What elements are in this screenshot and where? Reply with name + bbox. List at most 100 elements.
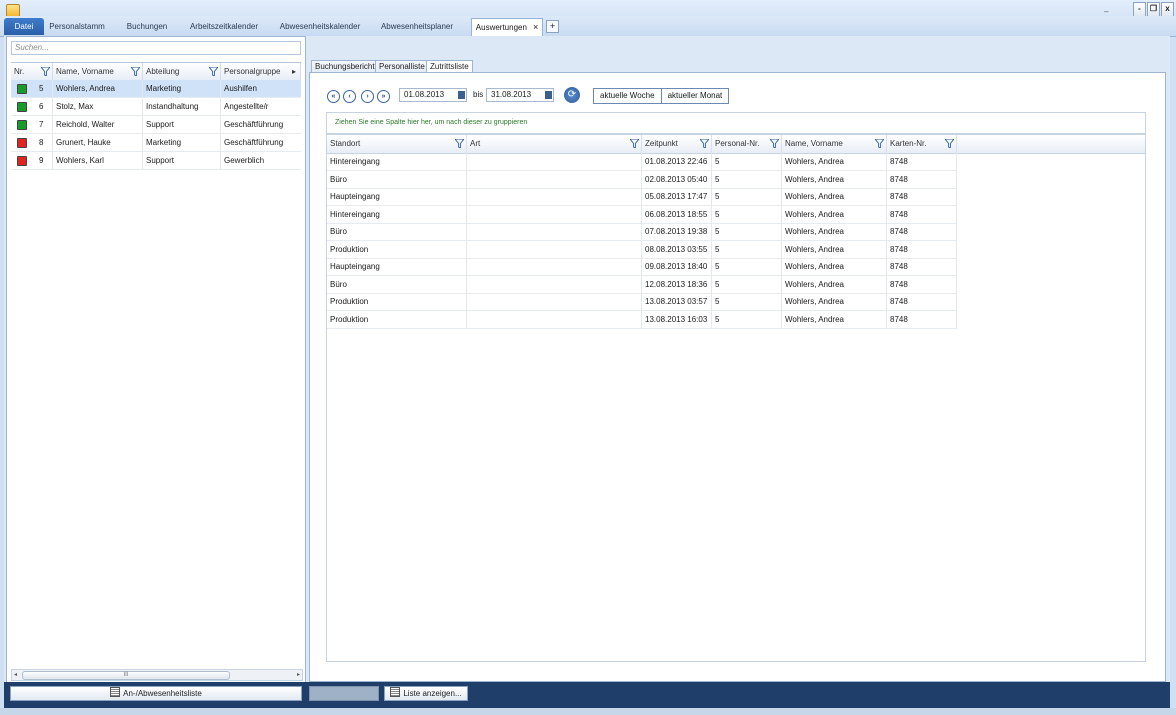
cell-art [467, 310, 642, 328]
refresh-icon[interactable]: ⟳ [564, 87, 580, 103]
filter-icon[interactable] [630, 139, 639, 148]
close-button[interactable]: x [1161, 2, 1174, 17]
cell-personal-nr: 5 [712, 205, 782, 223]
column-karten-nr[interactable]: Karten-Nr. [887, 135, 957, 153]
cell-standort: Haupteingang [327, 188, 467, 205]
show-list-button[interactable]: Liste anzeigen... [384, 686, 468, 701]
filter-icon[interactable] [700, 139, 709, 148]
column-name-vorname[interactable]: Name, Vorname [782, 135, 887, 153]
tab-buchungen[interactable]: Buchungen [120, 18, 174, 35]
cell-abteilung: Marketing [143, 134, 221, 151]
cell-gruppe: Geschäftführung [224, 120, 284, 129]
scroll-right-icon[interactable]: ▸ [297, 671, 300, 678]
cell-name: Wohlers, Andrea [782, 275, 887, 293]
tab-personalstamm[interactable]: Personalstamm [46, 18, 108, 35]
table-row[interactable]: Büro 02.08.2013 05:40 5 Wohlers, Andrea 8748 [327, 170, 957, 189]
restore-button[interactable]: ❐ [1147, 2, 1160, 17]
table-row[interactable]: Hintereingang 01.08.2013 22:46 5 Wohlers, A… [327, 153, 957, 171]
cell-karten-nr: 8748 [887, 310, 957, 328]
horizontal-scrollbar[interactable]: ◂ III ▸ [11, 669, 303, 681]
calendar-icon[interactable] [458, 91, 465, 99]
column-label: Abteilung [146, 67, 180, 76]
list-icon [390, 687, 401, 697]
cell-standort: Hintereingang [327, 205, 467, 223]
close-icon[interactable]: × [533, 22, 538, 32]
cell-standort: Produktion [327, 240, 467, 258]
table-row[interactable]: Produktion 08.08.2013 03:55 5 Wohlers, Andr… [327, 240, 957, 259]
filter-icon[interactable] [131, 67, 140, 76]
scroll-thumb[interactable]: III [22, 671, 230, 680]
employee-grid-header: Nr. Name, Vorname Abteilung Personalgrup… [11, 62, 301, 81]
column-label: Name, Vorname [785, 139, 843, 148]
tab-arbeitszeitkalender[interactable]: Arbeitszeitkalender [186, 18, 262, 35]
table-row[interactable]: Produktion 13.08.2013 03:57 5 Wohlers, Andr… [327, 293, 957, 311]
first-period-button[interactable]: « [327, 90, 340, 103]
cell-karten-nr: 8748 [887, 293, 957, 310]
cell-personal-nr: 5 [712, 153, 782, 170]
filter-icon[interactable] [770, 139, 779, 148]
tab-datei[interactable]: Datei [4, 18, 44, 35]
date-from-field[interactable]: 01.08.2013 [399, 88, 467, 102]
scroll-left-icon[interactable]: ◂ [14, 671, 17, 678]
cell-name: Wohlers, Andrea [53, 80, 143, 97]
cell-name: Wohlers, Andrea [782, 310, 887, 328]
table-row[interactable]: 7 Reichold, Walter Support Geschäftführu… [11, 116, 301, 134]
last-period-button[interactable]: » [377, 90, 390, 103]
search-input[interactable]: Suchen... [11, 41, 301, 55]
cell-gruppe: Geschäftführung [224, 138, 284, 147]
tab-abwesenheitskalender[interactable]: Abwesenheitskalender [276, 18, 364, 35]
tab-auswertungen[interactable]: Auswertungen × [471, 18, 543, 36]
next-period-button[interactable]: › [361, 90, 374, 103]
ribbon-minimize-button[interactable]: – [1104, 7, 1108, 16]
column-personal-nr[interactable]: Personal-Nr. [712, 135, 782, 153]
column-standort[interactable]: Standort [327, 135, 467, 153]
cell-standort: Produktion [327, 310, 467, 328]
cell-art [467, 205, 642, 223]
cell-name: Wohlers, Andrea [782, 170, 887, 188]
filter-icon[interactable] [945, 139, 954, 148]
cell-zeitpunkt: 08.08.2013 03:55 [642, 240, 712, 258]
minimize-button[interactable]: - [1133, 2, 1146, 17]
table-row[interactable]: 5 Wohlers, Andrea Marketing Aushilfen [11, 80, 301, 98]
table-row[interactable]: Hintereingang 06.08.2013 18:55 5 Wohlers, A… [327, 205, 957, 224]
filter-icon[interactable] [875, 139, 884, 148]
period-shortcuts: aktuelle Woche aktueller Monat [593, 88, 730, 104]
tab-abwesenheitsplaner[interactable]: Abwesenheitsplaner [376, 18, 458, 35]
column-art[interactable]: Art [467, 135, 642, 153]
table-row[interactable]: Büro 07.08.2013 19:38 5 Wohlers, Andrea 8748 [327, 223, 957, 241]
previous-period-button[interactable]: ‹ [343, 90, 356, 103]
filter-icon[interactable] [455, 139, 464, 148]
filter-icon[interactable] [41, 67, 50, 76]
more-columns-button[interactable]: ▸ [291, 63, 301, 80]
column-personalgruppe[interactable]: Personalgruppe [221, 63, 291, 80]
current-week-button[interactable]: aktuelle Woche [594, 89, 661, 103]
cell-art [467, 188, 642, 205]
table-row[interactable]: Produktion 13.08.2013 16:03 5 Wohlers, Andr… [327, 310, 957, 329]
column-name[interactable]: Name, Vorname [53, 63, 143, 80]
column-zeitpunkt[interactable]: Zeitpunkt [642, 135, 712, 153]
current-month-button[interactable]: aktueller Monat [660, 89, 729, 103]
cell-personal-nr: 5 [712, 310, 782, 328]
cell-abteilung: Instandhaltung [143, 98, 221, 115]
button-label: An-/Abwesenheitsliste [123, 689, 202, 698]
cell-zeitpunkt: 09.08.2013 18:40 [642, 258, 712, 275]
column-nr[interactable]: Nr. [11, 63, 53, 80]
attendance-list-button[interactable]: An-/Abwesenheitsliste [10, 686, 302, 701]
column-abteilung[interactable]: Abteilung [143, 63, 221, 80]
date-to-field[interactable]: 31.08.2013 [486, 88, 554, 102]
table-row[interactable]: 8 Grunert, Hauke Marketing Geschäftführu… [11, 134, 301, 152]
cell-zeitpunkt: 06.08.2013 18:55 [642, 205, 712, 223]
table-row[interactable]: Haupteingang 09.08.2013 18:40 5 Wohlers, An… [327, 258, 957, 276]
filter-icon[interactable] [209, 67, 218, 76]
table-row[interactable]: 6 Stolz, Max Instandhaltung Angestellte/… [11, 98, 301, 116]
cell-karten-nr: 8748 [887, 240, 957, 258]
table-row[interactable]: Büro 12.08.2013 18:36 5 Wohlers, Andrea 8748 [327, 275, 957, 294]
add-tab-button[interactable]: + [546, 20, 559, 33]
cell-personal-nr: 5 [712, 223, 782, 240]
cell-standort: Büro [327, 223, 467, 240]
calendar-icon[interactable] [545, 91, 552, 99]
table-row[interactable]: 9 Wohlers, Karl Support Gewerblich [11, 152, 301, 170]
column-label: Personalgruppe [224, 67, 281, 76]
group-by-area[interactable]: Ziehen Sie eine Spalte hier her, um nach… [326, 112, 1146, 134]
table-row[interactable]: Haupteingang 05.08.2013 17:47 5 Wohlers, An… [327, 188, 957, 206]
